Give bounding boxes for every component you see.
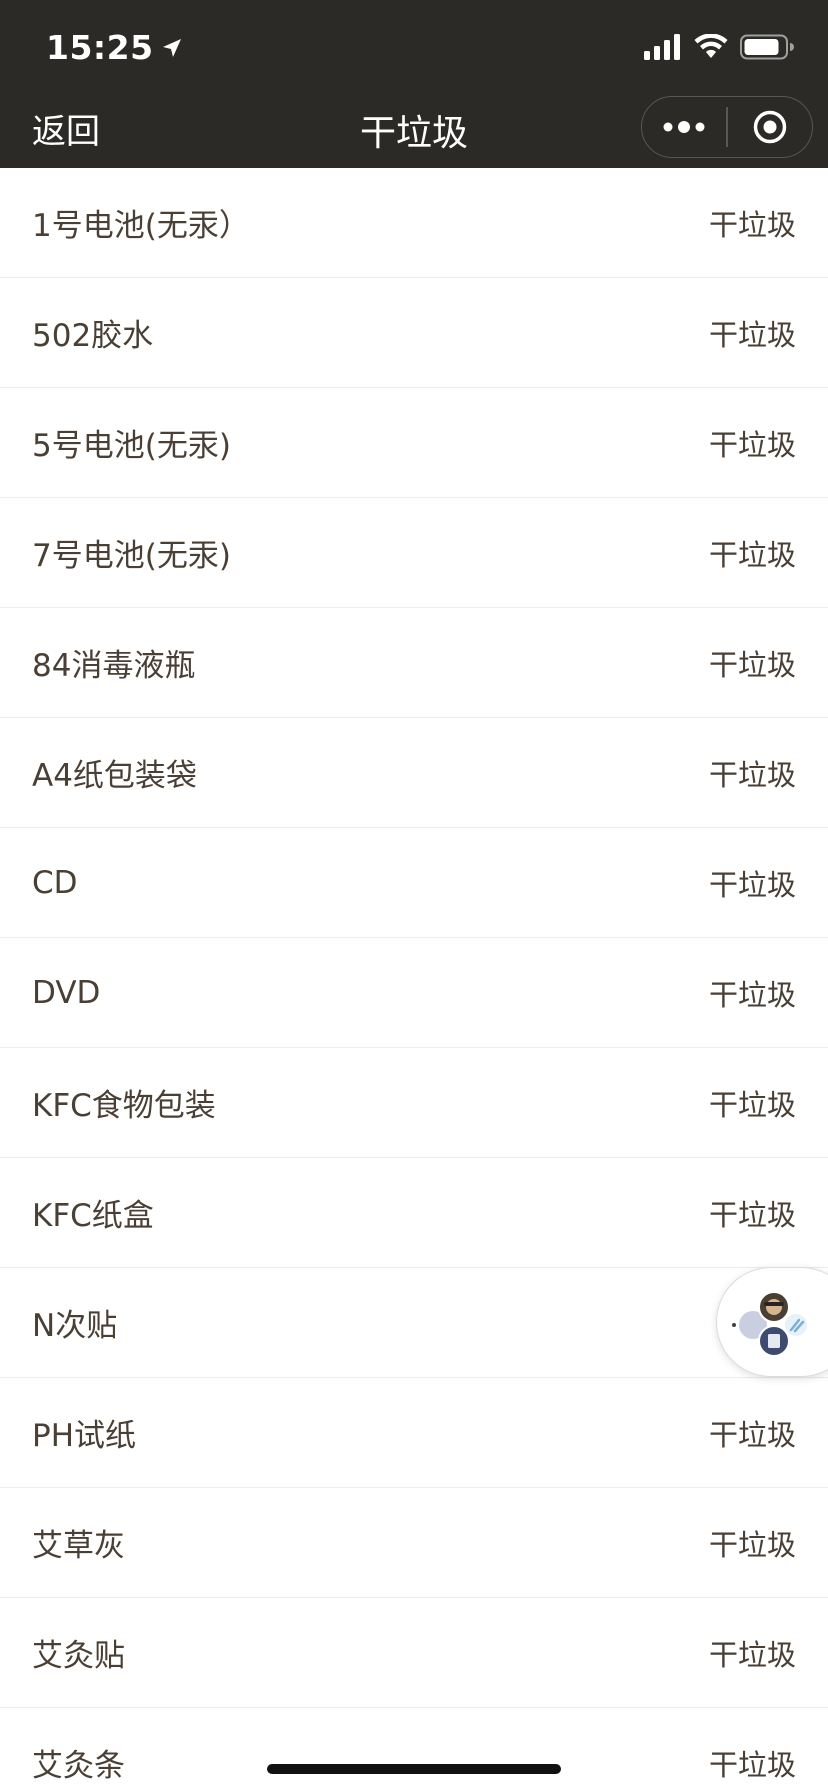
list-item[interactable]: KFC纸盒 干垃圾 <box>0 1158 828 1268</box>
list-item[interactable]: KFC食物包装 干垃圾 <box>0 1048 828 1158</box>
item-category: 干垃圾 <box>708 427 796 462</box>
list-item[interactable]: 艾灸条 干垃圾 <box>0 1708 828 1792</box>
signal-icon <box>644 34 680 60</box>
battery-icon <box>740 34 794 60</box>
item-name: 艾灸条 <box>32 1748 125 1784</box>
item-name: 84消毒液瓶 <box>32 648 196 684</box>
item-category: 干垃圾 <box>708 1527 796 1562</box>
item-name: 艾灸贴 <box>32 1638 125 1674</box>
item-name: KFC食物包装 <box>32 1088 216 1124</box>
mini-program-capsule <box>641 96 813 158</box>
item-category: 干垃圾 <box>708 1417 796 1452</box>
item-name: 1号电池(无汞） <box>32 208 250 244</box>
item-name: A4纸包装袋 <box>32 758 197 794</box>
item-category: 干垃圾 <box>708 1747 796 1782</box>
item-name: 7号电池(无汞) <box>32 538 231 574</box>
list-item[interactable]: 84消毒液瓶 干垃圾 <box>0 608 828 718</box>
list-item[interactable]: 7号电池(无汞) 干垃圾 <box>0 498 828 608</box>
item-category: 干垃圾 <box>708 757 796 792</box>
status-time: 15:25 <box>46 28 184 67</box>
item-name: 艾草灰 <box>32 1528 125 1564</box>
status-icons <box>644 34 794 60</box>
list-item[interactable]: DVD 干垃圾 <box>0 938 828 1048</box>
close-button[interactable] <box>728 97 812 157</box>
list-item[interactable]: 502胶水 干垃圾 <box>0 278 828 388</box>
item-name: 5号电池(无汞) <box>32 428 231 464</box>
item-category: 干垃圾 <box>708 867 796 902</box>
floating-bubble-button[interactable] <box>716 1267 828 1377</box>
item-name: CD <box>32 864 78 901</box>
item-category: 干垃圾 <box>708 1087 796 1122</box>
avatar-group-icon <box>732 1291 809 1357</box>
item-category: 干垃圾 <box>708 977 796 1012</box>
item-category: 干垃圾 <box>708 317 796 352</box>
header: 15:25 返回 干垃圾 <box>0 0 828 168</box>
list-item[interactable]: 艾草灰 干垃圾 <box>0 1488 828 1598</box>
item-category: 干垃圾 <box>708 537 796 572</box>
item-category: 干垃圾 <box>708 647 796 682</box>
more-button[interactable] <box>642 97 726 157</box>
app-page: 15:25 返回 干垃圾 1号电池(无汞） 干垃圾 502胶水 干垃圾 5号电池… <box>0 0 828 1792</box>
item-name: DVD <box>32 974 101 1011</box>
list-item[interactable]: 1号电池(无汞） 干垃圾 <box>0 168 828 278</box>
list-item[interactable]: N次贴 <box>0 1268 828 1378</box>
more-dots-icon <box>663 121 705 133</box>
list-item[interactable]: 5号电池(无汞) 干垃圾 <box>0 388 828 498</box>
close-target-icon <box>753 110 787 144</box>
wifi-icon <box>694 34 728 58</box>
item-category: 干垃圾 <box>708 1637 796 1672</box>
location-arrow-icon <box>162 38 181 57</box>
item-name: 502胶水 <box>32 318 154 354</box>
item-category: 干垃圾 <box>708 207 796 242</box>
list-item[interactable]: A4纸包装袋 干垃圾 <box>0 718 828 828</box>
item-category: 干垃圾 <box>708 1197 796 1232</box>
status-time-text: 15:25 <box>46 28 154 67</box>
list-item[interactable]: PH试纸 干垃圾 <box>0 1378 828 1488</box>
item-name: N次贴 <box>32 1308 118 1344</box>
list-item[interactable]: CD 干垃圾 <box>0 828 828 938</box>
item-name: PH试纸 <box>32 1418 137 1454</box>
list-item[interactable]: 艾灸贴 干垃圾 <box>0 1598 828 1708</box>
garbage-item-list: 1号电池(无汞） 干垃圾 502胶水 干垃圾 5号电池(无汞) 干垃圾 7号电池… <box>0 168 828 1792</box>
home-indicator <box>267 1764 561 1774</box>
item-name: KFC纸盒 <box>32 1198 154 1234</box>
